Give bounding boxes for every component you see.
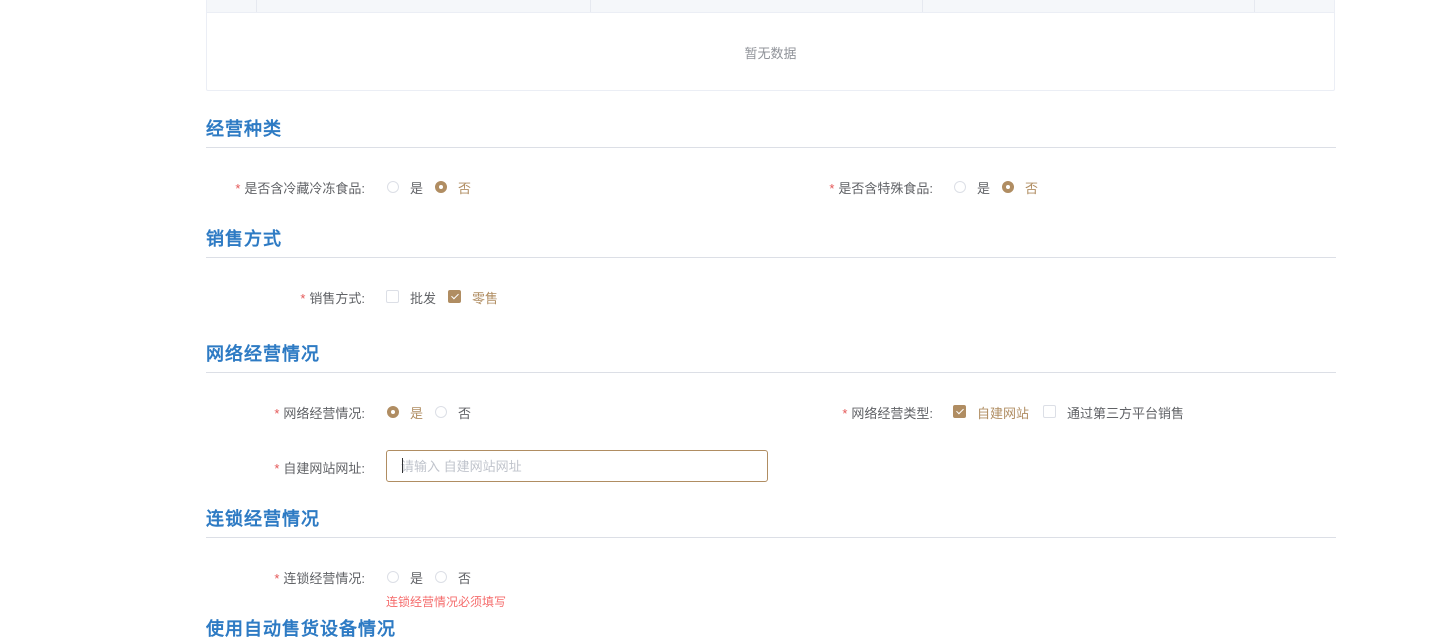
chain-business-option-no[interactable]: 否: [458, 568, 471, 587]
online-business-type-label: * 网络经营类型:: [842, 406, 933, 421]
section-title-online-business: 网络经营情况: [206, 344, 320, 364]
chain-business-error: 连锁经营情况必须填写: [386, 595, 507, 609]
chain-business-label: * 连锁经营情况:: [274, 571, 365, 586]
section-divider: [206, 537, 1336, 538]
required-mark: *: [274, 571, 280, 586]
cold-food-radio-no[interactable]: [435, 181, 447, 193]
section-divider: [206, 372, 1336, 373]
section-title-sales-method: 销售方式: [206, 229, 282, 249]
cold-food-option-yes[interactable]: 是: [410, 178, 423, 197]
wholesale-checkbox[interactable]: [386, 290, 399, 303]
table-column-divider: [922, 0, 923, 12]
required-mark: *: [300, 291, 306, 306]
table-column-divider: [590, 0, 591, 12]
self-built-site-option[interactable]: 自建网站: [977, 403, 1029, 422]
third-party-platform-checkbox[interactable]: [1043, 405, 1056, 418]
online-business-option-no[interactable]: 否: [458, 403, 471, 422]
chain-business-radio-yes[interactable]: [387, 571, 399, 583]
table-column-divider: [256, 0, 257, 12]
table-header: [207, 0, 1334, 13]
website-url-input[interactable]: [386, 450, 768, 482]
table-empty-text: 暂无数据: [744, 46, 797, 61]
website-url-label: * 自建网站网址:: [274, 461, 365, 476]
third-party-platform-option[interactable]: 通过第三方平台销售: [1067, 403, 1184, 422]
special-food-radio-yes[interactable]: [954, 181, 966, 193]
section-title-business-category: 经营种类: [206, 119, 282, 139]
retail-option[interactable]: 零售: [472, 288, 498, 307]
required-mark: *: [274, 461, 280, 476]
required-mark: *: [235, 181, 241, 196]
cold-food-radio-yes[interactable]: [387, 181, 399, 193]
chain-business-radio-no[interactable]: [435, 571, 447, 583]
required-mark: *: [842, 406, 848, 421]
section-divider: [206, 257, 1336, 258]
special-food-label: * 是否含特殊食品:: [829, 181, 933, 196]
sales-method-label: * 销售方式:: [300, 291, 365, 306]
required-mark: *: [274, 406, 280, 421]
required-mark: *: [829, 181, 835, 196]
data-table: 暂无数据: [206, 0, 1335, 91]
special-food-radio-no[interactable]: [1002, 181, 1014, 193]
section-title-vending: 使用自动售货设备情况: [206, 619, 396, 639]
online-business-radio-yes[interactable]: [387, 406, 399, 418]
wholesale-option[interactable]: 批发: [410, 288, 436, 307]
self-built-site-checkbox[interactable]: [953, 405, 966, 418]
online-business-option-yes[interactable]: 是: [410, 403, 423, 422]
table-column-divider: [1254, 0, 1255, 12]
section-title-chain-business: 连锁经营情况: [206, 509, 320, 529]
online-business-label: * 网络经营情况:: [274, 406, 365, 421]
special-food-option-yes[interactable]: 是: [977, 178, 990, 197]
chain-business-option-yes[interactable]: 是: [410, 568, 423, 587]
cold-food-option-no[interactable]: 否: [458, 178, 471, 197]
retail-checkbox[interactable]: [448, 290, 461, 303]
special-food-option-no[interactable]: 否: [1025, 178, 1038, 197]
online-business-radio-no[interactable]: [435, 406, 447, 418]
cold-food-label: * 是否含冷藏冷冻食品:: [235, 181, 365, 196]
section-divider: [206, 147, 1336, 148]
text-caret: [402, 458, 403, 473]
